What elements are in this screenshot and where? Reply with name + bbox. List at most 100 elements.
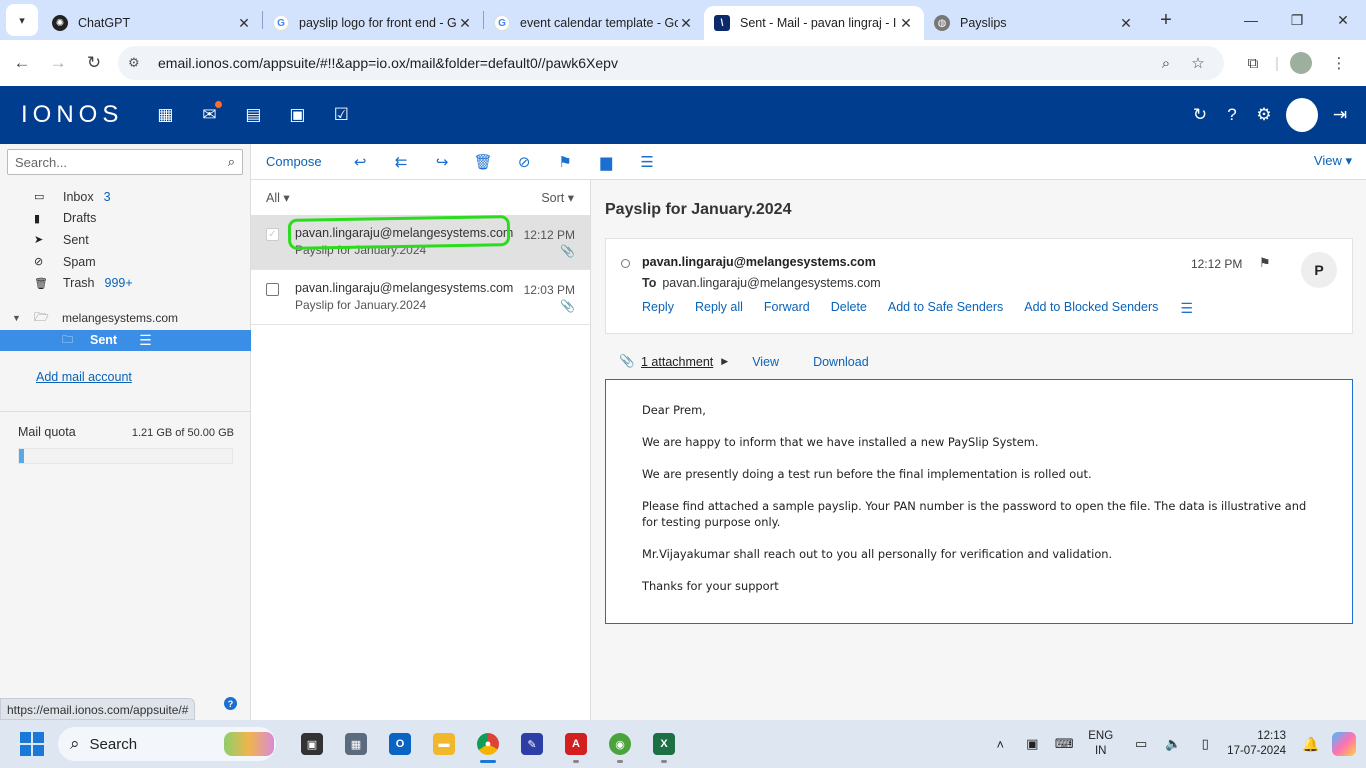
minimize-icon[interactable]: — [1228,0,1274,40]
volume-icon[interactable]: 🔈 [1157,736,1189,752]
recipient-address[interactable]: pavan.lingaraju@melangesystems.com [662,276,880,290]
excel-icon[interactable]: X [642,724,686,764]
new-tab-button[interactable]: + [1152,9,1180,32]
calculator-icon[interactable]: ▦ [334,724,378,764]
delete-icon[interactable]: 🗑 [463,153,504,171]
browser-tab-chatgpt[interactable]: ✺ ChatGPT ✕ [42,6,262,40]
app-green-icon[interactable]: ◉ [598,724,642,764]
help-icon[interactable]: ? [1216,105,1248,125]
apps-grid-icon[interactable]: ▦ [143,105,187,125]
reply-all-icon[interactable]: ⇇ [381,153,422,171]
site-info-icon[interactable]: ⚙ [128,55,150,71]
url-text[interactable]: email.ionos.com/appsuite/#!!&app=io.ox/m… [158,55,1150,71]
back-icon[interactable]: ← [4,45,40,81]
sidebar-item-spam[interactable]: ⊘ Spam [0,251,251,273]
list-item[interactable]: pavan.lingaraju@melangesystems.com Paysl… [251,270,590,325]
outlook-icon[interactable]: O [378,724,422,764]
spam-icon[interactable]: ⊘ [504,153,545,171]
battery-icon[interactable]: ▯ [1189,736,1221,752]
search-input[interactable]: Search... ⌕ [7,149,243,175]
more-actions-icon[interactable]: ☰ [1180,300,1193,317]
forward-icon[interactable]: → [40,45,76,81]
forward-link[interactable]: Forward [764,300,810,317]
close-icon[interactable]: ✕ [678,15,694,32]
sidebar-item-drafts[interactable]: ▮ Drafts [0,208,251,230]
reply-all-link[interactable]: Reply all [695,300,743,317]
mail-icon[interactable]: ✉ [187,101,231,125]
tab-search-button[interactable]: ▾ [6,4,38,36]
refresh-icon[interactable]: ↻ [1184,105,1216,125]
acrobat-icon[interactable]: A [554,724,598,764]
chrome-icon[interactable]: ● [466,724,510,764]
filter-dropdown[interactable]: All ▾ [266,190,290,205]
flag-icon[interactable]: ⚑ [545,153,586,171]
file-explorer-icon[interactable]: ▬ [422,724,466,764]
url-bar[interactable]: ⚙ email.ionos.com/appsuite/#!!&app=io.ox… [118,46,1224,80]
view-dropdown[interactable]: View ▾ [1314,153,1352,169]
search-icon[interactable]: ⌕ [228,154,235,170]
restore-icon[interactable]: ❐ [1274,0,1320,40]
close-window-icon[interactable]: ✕ [1320,0,1366,40]
unread-toggle-icon[interactable] [621,259,630,268]
close-icon[interactable]: ✕ [457,15,473,32]
chevron-up-icon[interactable]: ˄ [984,737,1016,752]
browser-tab-event-calendar[interactable]: G event calendar template - Go ✕ [484,6,704,40]
select-checkbox[interactable]: ✓ [266,228,279,241]
windows-start-icon[interactable] [20,732,44,756]
caret-right-icon[interactable]: ▶ [721,356,728,367]
logout-icon[interactable]: ⇥ [1324,105,1356,125]
collapse-triangle-icon[interactable]: ▼ [12,313,34,323]
attachment-link[interactable]: 1 attachment [641,355,713,369]
add-mail-account-link[interactable]: Add mail account [36,370,132,384]
archive-icon[interactable]: ▆ [586,153,627,171]
compose-button[interactable]: Compose [266,154,322,169]
add-safe-senders-link[interactable]: Add to Safe Senders [888,300,1003,317]
profile-avatar[interactable] [1290,52,1312,74]
attachment-download-link[interactable]: Download [813,355,869,369]
folder-menu-icon[interactable]: ☰ [139,332,152,349]
list-item[interactable]: ✓ pavan.lingaraju@melangesystems.com Pay… [251,215,590,270]
reload-icon[interactable]: ↻ [76,45,112,81]
extensions-icon[interactable]: ⧉ [1234,55,1272,72]
settings-icon[interactable]: ⚙ [1248,105,1280,125]
more-actions-icon[interactable]: ☰ [627,153,668,171]
browser-tab-payslip-logo[interactable]: G payslip logo for front end - G ✕ [263,6,483,40]
user-avatar[interactable]: PL [1286,98,1318,132]
copilot-icon[interactable] [1332,732,1356,756]
close-icon[interactable]: ✕ [1118,15,1134,32]
flag-icon[interactable]: ⚑ [1259,255,1271,271]
sidebar-item-sent[interactable]: ➤ Sent [0,229,251,251]
reply-icon[interactable]: ↩ [340,153,381,171]
message-sender[interactable]: pavan.lingaraju@melangesystems.com [642,255,876,269]
add-blocked-senders-link[interactable]: Add to Blocked Senders [1024,300,1158,317]
account-folder[interactable]: ▼ 🗁 melangesystems.com [0,308,251,329]
attachment-view-link[interactable]: View [752,355,779,369]
reply-link[interactable]: Reply [642,300,674,317]
notification-bell-icon[interactable]: 🔔 [1298,736,1324,753]
select-checkbox[interactable] [266,283,279,296]
help-icon[interactable]: ? [224,697,237,710]
contacts-icon[interactable]: ▣ [275,105,319,125]
tasks-icon[interactable]: ☑ [319,105,363,125]
paint-icon[interactable]: ✎ [510,724,554,764]
browser-tab-sent-mail[interactable]: \ Sent - Mail - pavan lingraj - I ✕ [704,6,924,40]
task-view-icon[interactable]: ▣ [290,724,334,764]
sort-dropdown[interactable]: Sort ▾ [541,190,574,205]
more-menu-icon[interactable]: ⋮ [1320,54,1358,72]
close-icon[interactable]: ✕ [236,15,252,32]
taskbar-search[interactable]: ⌕ Search [58,727,276,761]
language-indicator[interactable]: ENG IN [1088,729,1113,759]
calendar-icon[interactable]: ▤ [231,105,275,125]
browser-tab-payslips[interactable]: ◍ Payslips ✕ [924,6,1144,40]
sidebar-item-trash[interactable]: 🗑 Trash 999+ [0,272,251,294]
delete-link[interactable]: Delete [831,300,867,317]
zoom-icon[interactable]: ⌕ [1150,55,1182,72]
close-icon[interactable]: ✕ [898,15,914,32]
sidebar-item-inbox[interactable]: ▭ Inbox 3 [0,186,251,208]
network-icon[interactable]: ▭ [1125,736,1157,752]
tray-app-icon[interactable]: ▣ [1016,736,1048,752]
sidebar-item-sent-selected[interactable]: 🗀 Sent ☰ [0,329,251,351]
bookmark-star-icon[interactable]: ☆ [1182,54,1214,72]
clock[interactable]: 12:13 17-07-2024 [1227,729,1286,759]
ionos-logo[interactable]: IONOS [21,101,123,129]
